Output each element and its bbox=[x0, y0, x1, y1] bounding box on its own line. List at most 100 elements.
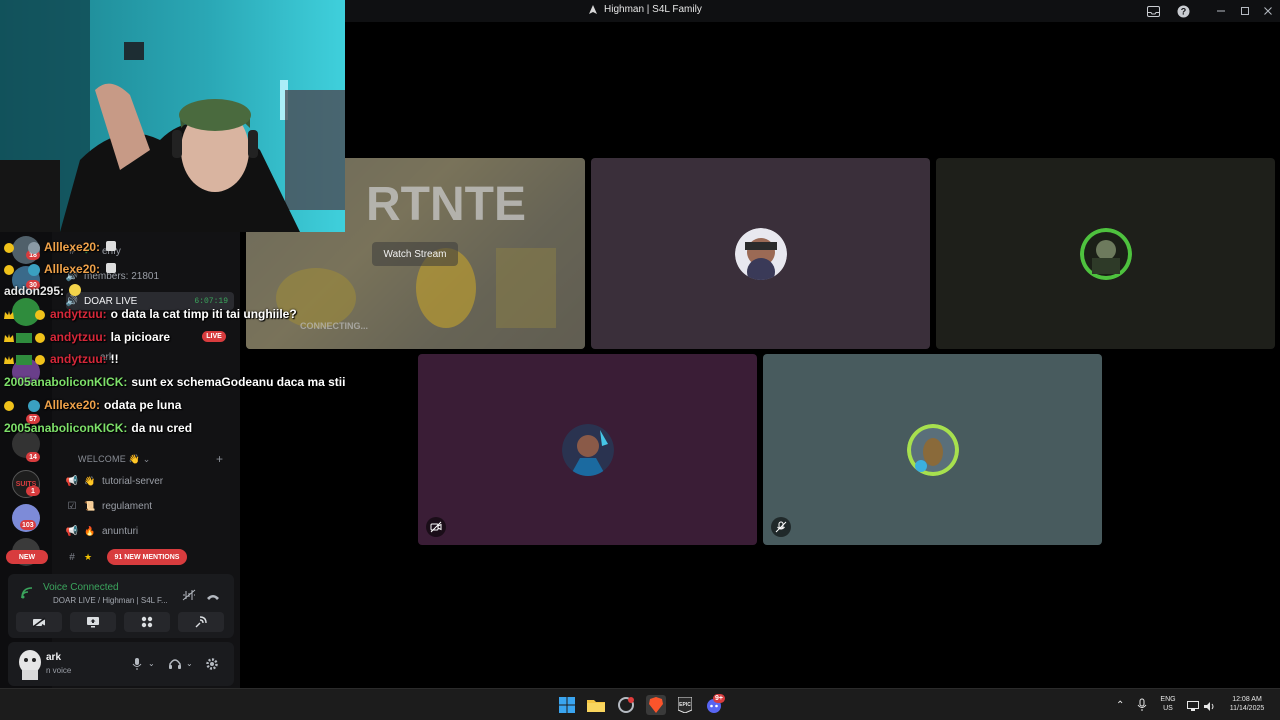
chat-message: Alllexe20: bbox=[4, 238, 118, 256]
chevron-down-icon[interactable]: ⌄ bbox=[148, 659, 155, 668]
language-code: ENG bbox=[1160, 696, 1176, 703]
soundboard-button[interactable] bbox=[178, 612, 224, 632]
fire-emoji-icon: 🔥 bbox=[84, 525, 96, 536]
chat-username: andytzuu: bbox=[50, 330, 107, 344]
chat-text: odata pe luna bbox=[104, 398, 182, 412]
mic-muted-icon bbox=[771, 517, 791, 537]
network-icon[interactable] bbox=[1187, 699, 1199, 717]
participant-tile[interactable] bbox=[418, 354, 757, 545]
noise-suppression-icon[interactable] bbox=[182, 588, 196, 606]
wave-emoji-icon: 👋 bbox=[128, 454, 141, 464]
chat-username: andytzuu: bbox=[50, 352, 107, 366]
clock-time: 12:08 AM bbox=[1232, 696, 1262, 703]
chat-username: andytzuu: bbox=[50, 307, 107, 321]
username[interactable]: ark bbox=[46, 652, 61, 663]
chat-message: andytzuu: o data la cat timp iti tai ung… bbox=[4, 305, 297, 323]
clock[interactable]: 12:08 AM 11/14/2025 bbox=[1222, 695, 1272, 713]
region-code: US bbox=[1163, 705, 1173, 712]
avatar bbox=[16, 332, 48, 343]
channel-regulament[interactable]: ☑ 📜 regulament bbox=[66, 497, 236, 515]
crown-icon bbox=[4, 309, 14, 319]
headphones-icon[interactable] bbox=[168, 657, 182, 675]
emote-icon bbox=[104, 239, 118, 256]
server-badge: 1 bbox=[26, 486, 40, 496]
chat-text: o data la cat timp iti tai unghiile? bbox=[110, 307, 297, 321]
star-emoji-icon: ★ bbox=[84, 551, 93, 562]
participant-tile[interactable] bbox=[936, 158, 1275, 349]
avatar bbox=[734, 227, 787, 280]
channel-label: regulament bbox=[102, 500, 153, 512]
app-icon[interactable] bbox=[617, 696, 635, 714]
camera-off-button[interactable] bbox=[16, 612, 62, 632]
add-channel-icon[interactable]: + bbox=[216, 452, 223, 466]
avatar[interactable] bbox=[16, 648, 44, 680]
chat-text: sunt ex schemaGodeanu daca ma stii bbox=[131, 375, 346, 389]
language-indicator[interactable]: ENG US bbox=[1156, 695, 1180, 713]
chevron-up-icon[interactable]: ⌃ bbox=[1116, 700, 1124, 711]
user-panel: ark n voice ⌄ ⌄ bbox=[8, 642, 234, 686]
participant-tile[interactable] bbox=[763, 354, 1102, 545]
chat-message: Alllexe20: bbox=[4, 260, 118, 278]
discord-badge: 9+ bbox=[713, 694, 725, 703]
svg-text:EPIC: EPIC bbox=[679, 702, 691, 708]
crown-icon bbox=[4, 332, 14, 342]
channel-anunturi[interactable]: 📢 🔥 anunturi bbox=[66, 522, 236, 540]
chat-text: !! bbox=[110, 352, 119, 366]
minimize-icon[interactable] bbox=[1213, 3, 1229, 19]
help-icon[interactable]: ? bbox=[1175, 3, 1191, 19]
chevron-down-icon[interactable]: ⌄ bbox=[186, 659, 193, 668]
category-welcome[interactable]: WELCOME 👋 ⌄ bbox=[78, 454, 150, 465]
chat-username: addon295: bbox=[4, 284, 65, 298]
server-icon bbox=[589, 4, 597, 14]
chat-username: Alllexe20: bbox=[44, 262, 101, 276]
start-icon[interactable] bbox=[558, 696, 576, 714]
clock-date: 11/14/2025 bbox=[1229, 705, 1265, 712]
brave-browser-icon[interactable] bbox=[646, 695, 666, 715]
microphone-icon[interactable] bbox=[132, 657, 142, 676]
avatar bbox=[16, 242, 42, 254]
webcam-image bbox=[0, 0, 345, 232]
svg-text:?: ? bbox=[1180, 6, 1186, 16]
channel-label: tutorial-server bbox=[102, 475, 164, 487]
volume-icon[interactable] bbox=[1203, 699, 1216, 717]
chat-message: Alllexe20: odata pe luna bbox=[4, 396, 181, 414]
badge-icon bbox=[4, 242, 14, 253]
watch-stream-button[interactable]: Watch Stream bbox=[372, 242, 458, 266]
voice-channel-path[interactable]: DOAR LIVE / Highman | S4L F... bbox=[53, 596, 168, 605]
signal-icon[interactable] bbox=[20, 586, 34, 605]
disconnect-icon[interactable] bbox=[206, 589, 220, 607]
avatar bbox=[16, 354, 48, 365]
chat-message: andytzuu: !! bbox=[4, 350, 119, 368]
voice-connection-panel: Voice Connected DOAR LIVE / Highman | S4… bbox=[8, 574, 234, 638]
inbox-icon[interactable] bbox=[1145, 3, 1161, 19]
new-mentions-button[interactable]: 91 NEW MENTIONS bbox=[107, 549, 187, 565]
settings-gear-icon[interactable] bbox=[205, 657, 219, 676]
emote-icon bbox=[104, 261, 118, 278]
file-explorer-icon[interactable] bbox=[587, 696, 605, 714]
crown-icon bbox=[4, 354, 14, 364]
participant-tile[interactable] bbox=[591, 158, 930, 349]
screen: Highman | S4L Family ? RTNTE CONNECTING.… bbox=[0, 0, 1280, 720]
user-status: n voice bbox=[46, 666, 72, 675]
channel-tutorial-server[interactable]: 📢 👋 tutorial-server bbox=[66, 472, 236, 490]
chat-overlay: Alllexe20: Alllexe20: addon295: andytzuu… bbox=[0, 238, 360, 438]
activities-button[interactable] bbox=[124, 612, 170, 632]
epic-games-icon[interactable]: EPIC bbox=[676, 696, 694, 714]
taskbar: EPIC 9+ ⌃ ENG US 12:08 AM 11/14/2025 bbox=[0, 688, 1280, 720]
avatar bbox=[16, 400, 42, 412]
chat-username: 2005anaboliconKICK: bbox=[4, 375, 128, 389]
voice-status[interactable]: Voice Connected bbox=[43, 582, 119, 593]
microphone-icon[interactable] bbox=[1137, 698, 1147, 717]
chat-text: da nu cred bbox=[131, 421, 193, 435]
chat-message: 2005anaboliconKICK: da nu cred bbox=[4, 419, 192, 437]
server-badge: 14 bbox=[26, 452, 40, 462]
avatar bbox=[561, 423, 614, 476]
maximize-icon[interactable] bbox=[1237, 3, 1253, 19]
voice-stage: RTNTE CONNECTING... Watch Stream bbox=[240, 22, 1280, 688]
chat-message: andytzuu: la picioare bbox=[4, 328, 170, 346]
close-icon[interactable] bbox=[1260, 3, 1276, 19]
category-label: WELCOME bbox=[78, 454, 126, 464]
screen-share-button[interactable] bbox=[70, 612, 116, 632]
chat-username: Alllexe20: bbox=[44, 398, 101, 412]
emote-icon bbox=[68, 283, 82, 300]
